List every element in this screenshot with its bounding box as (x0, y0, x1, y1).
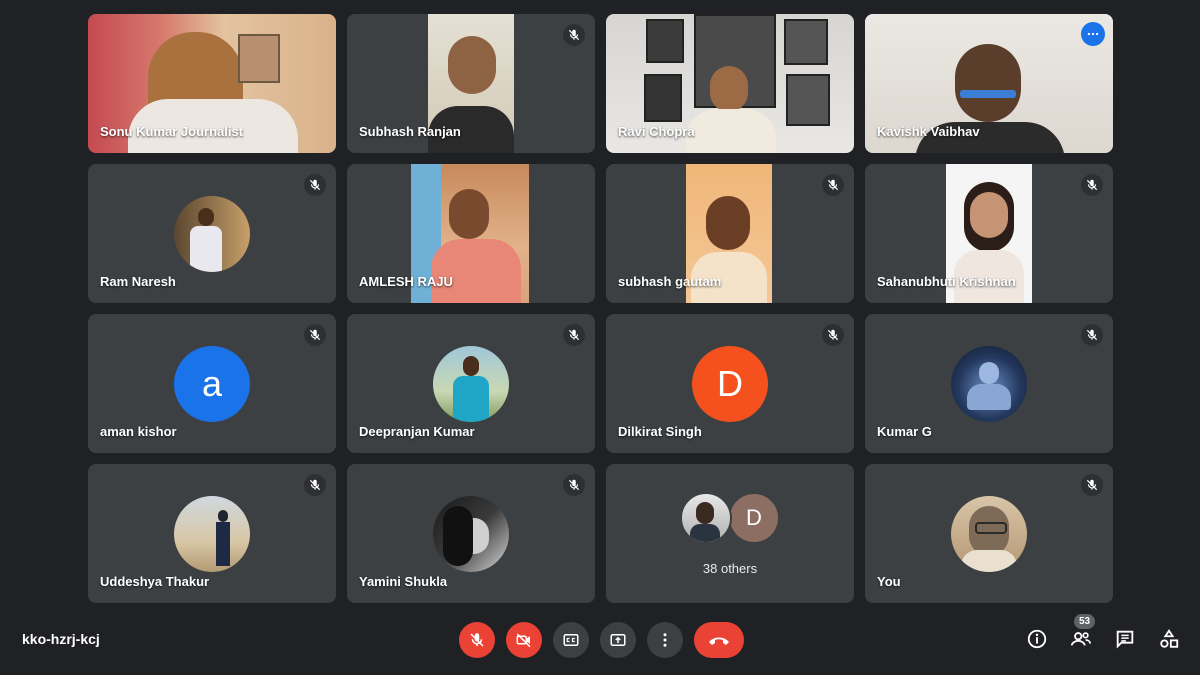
participant-name: Kavishk Vaibhav (877, 124, 980, 139)
call-controls (459, 622, 744, 658)
mic-off-icon (304, 324, 326, 346)
more-options-button[interactable] (647, 622, 683, 658)
meeting-code: kko-hzrj-kcj (22, 631, 100, 647)
participant-tile[interactable]: Kumar G (865, 314, 1113, 453)
participant-avatar (433, 345, 509, 422)
activities-button[interactable] (1156, 626, 1182, 652)
participant-tile[interactable]: a aman kishor (88, 314, 336, 453)
chat-icon (1116, 630, 1134, 649)
participant-tile[interactable]: Kavishk Vaibhav (865, 14, 1113, 153)
participant-name: subhash gautam (618, 274, 722, 289)
participant-name: Yamini Shukla (359, 574, 448, 589)
participant-name: You (877, 574, 901, 589)
present-screen-button[interactable] (600, 622, 636, 658)
mic-off-icon (1081, 174, 1103, 196)
mic-off-icon (1081, 474, 1103, 496)
others-count-label: 38 others (702, 561, 758, 576)
mic-off-icon (563, 474, 585, 496)
microphone-toggle-button[interactable] (459, 622, 495, 658)
participant-avatar (174, 195, 250, 272)
participant-name: AMLESH RAJU (359, 274, 453, 289)
participant-tile[interactable]: Sahanubhuti Krishnan (865, 164, 1113, 303)
chat-button[interactable] (1112, 626, 1138, 652)
participant-count-badge: 53 (1074, 614, 1096, 629)
mic-off-icon (304, 174, 326, 196)
call-end-icon (709, 637, 729, 645)
participant-avatar (951, 345, 1027, 422)
participant-avatar (174, 495, 250, 572)
participant-name: Subhash Ranjan (359, 124, 461, 139)
people-icon (1070, 632, 1091, 646)
participant-tile[interactable]: subhash gautam (606, 164, 854, 303)
camera-off-icon (516, 633, 531, 648)
participant-name: Dilkirat Singh (618, 424, 702, 439)
captions-button[interactable] (553, 622, 589, 658)
self-tile[interactable]: You (865, 464, 1113, 603)
participant-tile[interactable]: Uddeshya Thakur (88, 464, 336, 603)
participant-avatar (433, 495, 509, 572)
participant-grid: Sonu Kumar Journalist Subhash Ranjan Rav… (88, 14, 1113, 603)
participant-name: Kumar G (877, 424, 932, 439)
participant-name: Sahanubhuti Krishnan (877, 274, 1016, 289)
participant-avatar: D (692, 345, 768, 422)
mic-off-icon (563, 24, 585, 46)
mic-off-icon (822, 324, 844, 346)
activities-icon (1160, 629, 1179, 648)
avatar-initial: a (201, 362, 223, 404)
leave-call-button[interactable] (694, 622, 744, 658)
mic-off-icon (1081, 324, 1103, 346)
meeting-details-button[interactable] (1024, 626, 1050, 652)
participant-tile[interactable]: Deepranjan Kumar (347, 314, 595, 453)
others-avatars: D (606, 492, 854, 544)
more-vert-icon (663, 633, 667, 647)
participant-name: Ravi Chopra (618, 124, 695, 139)
people-button[interactable]: 53 (1068, 614, 1096, 652)
participant-tile[interactable]: AMLESH RAJU (347, 164, 595, 303)
camera-toggle-button[interactable] (506, 622, 542, 658)
participant-tile[interactable]: Subhash Ranjan (347, 14, 595, 153)
participant-name: Deepranjan Kumar (359, 424, 475, 439)
participant-tile[interactable]: Yamini Shukla (347, 464, 595, 603)
participant-tile[interactable]: D Dilkirat Singh (606, 314, 854, 453)
others-tile[interactable]: D 38 others (606, 464, 854, 603)
participant-tile[interactable]: Ravi Chopra (606, 14, 854, 153)
side-panel-controls: 53 (1024, 614, 1182, 652)
info-icon (1027, 629, 1047, 649)
participant-name: Ram Naresh (100, 274, 176, 289)
mic-off-icon (822, 174, 844, 196)
mic-off-icon (470, 633, 484, 647)
participant-name: Sonu Kumar Journalist (100, 124, 244, 139)
participant-tile[interactable]: Ram Naresh (88, 164, 336, 303)
participant-avatar (951, 495, 1027, 572)
captions-icon (563, 634, 579, 646)
participant-name: aman kishor (100, 424, 177, 439)
mic-off-icon (563, 324, 585, 346)
avatar-initial: D (717, 362, 743, 404)
participant-tile[interactable]: Sonu Kumar Journalist (88, 14, 336, 153)
avatar-initial: D (746, 505, 762, 530)
participant-avatar (680, 492, 732, 544)
mic-off-icon (304, 474, 326, 496)
present-screen-icon (610, 634, 626, 646)
participant-name: Uddeshya Thakur (100, 574, 210, 589)
participant-avatar: D (728, 492, 780, 544)
more-options-icon[interactable] (1081, 22, 1105, 46)
participant-avatar: a (174, 345, 250, 422)
